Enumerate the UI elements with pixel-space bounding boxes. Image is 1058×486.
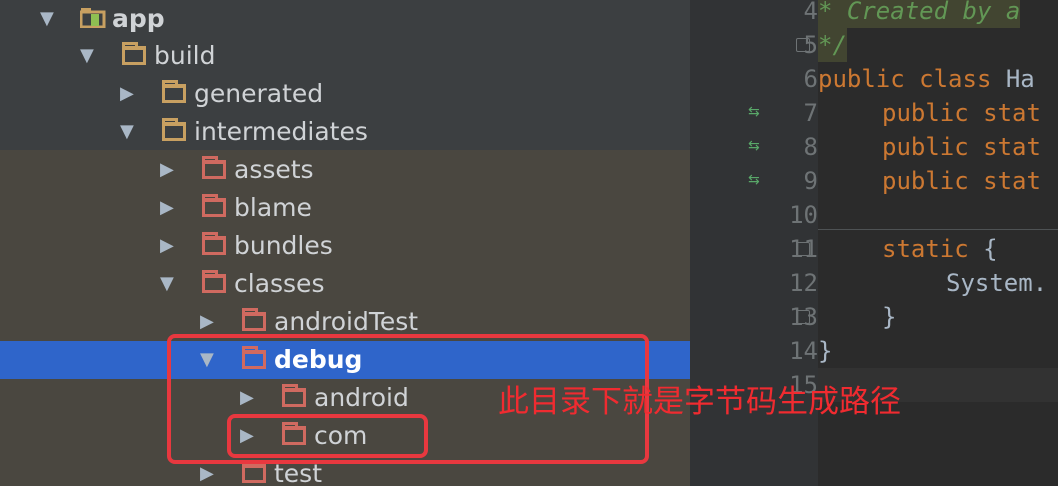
folder-icon (162, 80, 186, 103)
code-line-14: } (818, 337, 833, 365)
keyword: static (882, 235, 969, 263)
code-line-12: System. (946, 269, 1048, 297)
code-line-9: public stat (882, 167, 1041, 195)
override-marker-icon[interactable]: ⇆ (748, 172, 760, 188)
chevron-right-icon[interactable]: ▶ (120, 75, 134, 113)
annotation-text: 此目录下就是字节码生成路径 (498, 384, 901, 420)
tree-item-blame[interactable]: ▶ blame (0, 189, 690, 227)
excluded-folder-icon (202, 270, 226, 293)
code-line-6: public class Ha (818, 62, 1035, 96)
line-number: 11 (789, 235, 818, 263)
fold-marker-icon[interactable] (796, 310, 810, 324)
chevron-right-icon[interactable]: ▶ (160, 151, 174, 189)
chevron-right-icon[interactable]: ▶ (160, 227, 174, 265)
code-line-5: */ (818, 28, 847, 62)
line-number: 10 (789, 201, 818, 229)
excluded-folder-icon (202, 194, 226, 217)
override-marker-icon[interactable]: ⇆ (748, 104, 760, 120)
fold-marker-icon[interactable] (796, 242, 810, 256)
excluded-folder-icon (242, 460, 266, 483)
chevron-down-icon[interactable]: ▼ (80, 37, 94, 75)
code-line-13: } (882, 303, 897, 331)
tree-item-build[interactable]: ▼ build (0, 37, 690, 75)
line-number: 7 (803, 99, 818, 127)
tree-item-assets[interactable]: ▶ assets (0, 151, 690, 189)
tree-item-bundles[interactable]: ▶ bundles (0, 227, 690, 265)
tree-item-label: classes (234, 269, 325, 298)
line-number: 5 (803, 31, 818, 59)
keyword: public class (818, 65, 1006, 93)
tree-item-classes[interactable]: ▼ classes (0, 265, 690, 303)
code-line-7: public stat (882, 99, 1041, 127)
chevron-down-icon[interactable]: ▼ (160, 265, 174, 303)
tree-item-label: app (112, 4, 165, 33)
method-separator (818, 229, 1058, 230)
tree-item-intermediates[interactable]: ▼ intermediates (0, 113, 690, 151)
tree-item-label: build (154, 41, 216, 70)
line-number: 12 (789, 269, 818, 297)
line-number: 8 (803, 133, 818, 161)
folder-icon (162, 118, 186, 141)
line-number: 13 (789, 303, 818, 331)
line-number: 4 (803, 0, 818, 25)
tree-item-label: generated (194, 79, 324, 108)
chevron-down-icon[interactable]: ▼ (120, 113, 134, 151)
chevron-down-icon[interactable]: ▼ (40, 0, 54, 38)
excluded-folder-icon (202, 156, 226, 179)
code-line-8: public stat (882, 133, 1041, 161)
tree-item-label: assets (234, 155, 314, 184)
line-number: 6 (803, 65, 818, 93)
tree-item-label: bundles (234, 231, 333, 260)
tree-item-label: intermediates (194, 117, 368, 146)
line-number: 14 (789, 337, 818, 365)
brace: { (968, 235, 998, 263)
code-line-11: static { (882, 232, 998, 266)
line-number: 9 (803, 167, 818, 195)
module-icon (80, 8, 106, 28)
override-marker-icon[interactable]: ⇆ (748, 138, 760, 154)
chevron-right-icon[interactable]: ▶ (160, 189, 174, 227)
class-name: Ha (1005, 65, 1035, 93)
highlight-box-com (227, 414, 428, 458)
tree-item-app[interactable]: ▼ app (0, 0, 690, 38)
tree-item-generated[interactable]: ▶ generated (0, 75, 690, 113)
fold-marker-icon[interactable] (796, 38, 810, 52)
tree-item-label: blame (234, 193, 312, 222)
folder-icon (122, 42, 146, 65)
excluded-folder-icon (242, 308, 266, 331)
code-line-4: * Created by a (818, 0, 1021, 28)
excluded-folder-icon (202, 232, 226, 255)
